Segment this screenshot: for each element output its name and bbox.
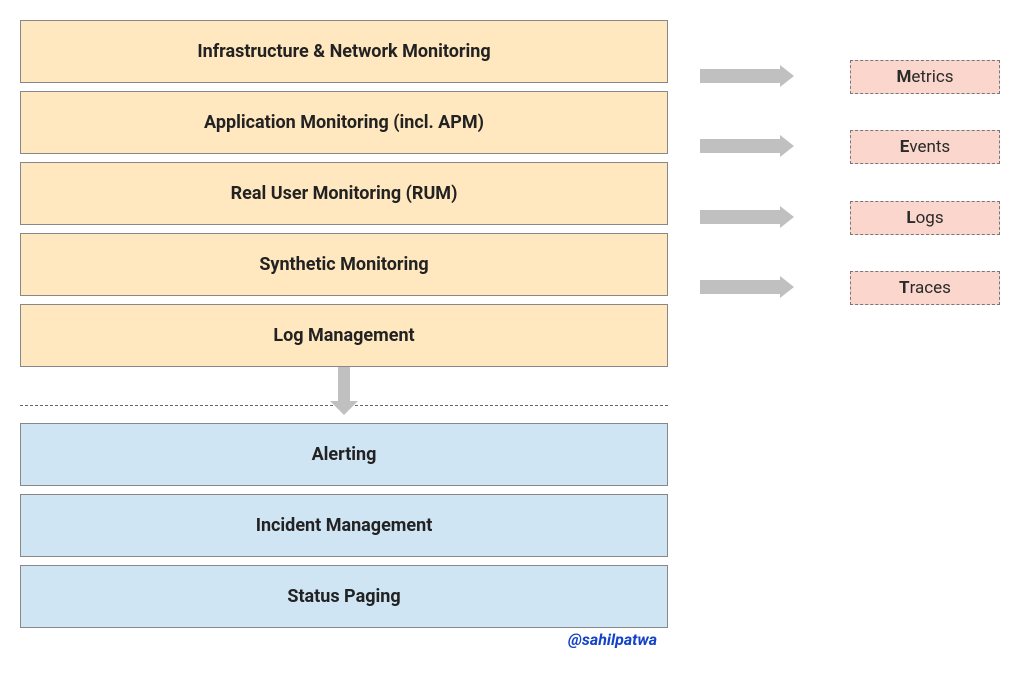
monitoring-box: Infrastructure & Network Monitoring xyxy=(20,20,668,83)
telemetry-pill-traces: Traces xyxy=(850,271,1000,305)
pill-lead: E xyxy=(900,137,910,157)
ops-box: Status Paging xyxy=(20,565,668,628)
attribution-handle: @sahilpatwa xyxy=(568,630,1004,649)
telemetry-pill-metrics: Metrics xyxy=(850,60,1000,94)
pill-rest: ogs xyxy=(916,208,944,228)
telemetry-pill-logs: Logs xyxy=(850,201,1000,235)
pill-rest: races xyxy=(910,278,951,298)
monitoring-box: Log Management xyxy=(20,304,668,367)
arrow-right-icon xyxy=(700,65,800,87)
pill-lead: M xyxy=(896,67,911,87)
telemetry-pill-events: Events xyxy=(850,130,1000,164)
pill-rest: vents xyxy=(909,137,950,157)
monitoring-box: Synthetic Monitoring xyxy=(20,233,668,296)
monitoring-box: Real User Monitoring (RUM) xyxy=(20,162,668,225)
diagram-root: Infrastructure & Network Monitoring Appl… xyxy=(20,20,1004,628)
pill-rest: etrics xyxy=(911,67,953,87)
arrow-down-icon xyxy=(330,367,358,415)
main-column: Infrastructure & Network Monitoring Appl… xyxy=(20,20,668,628)
ops-box: Incident Management xyxy=(20,494,668,557)
pill-lead: T xyxy=(899,278,910,298)
pill-lead: L xyxy=(906,208,915,228)
arrow-right-icon xyxy=(700,276,800,298)
arrow-right-icon xyxy=(700,206,800,228)
ops-box: Alerting xyxy=(20,423,668,486)
divider-row xyxy=(20,375,668,423)
arrow-right-icon xyxy=(700,135,800,157)
monitoring-box: Application Monitoring (incl. APM) xyxy=(20,91,668,154)
